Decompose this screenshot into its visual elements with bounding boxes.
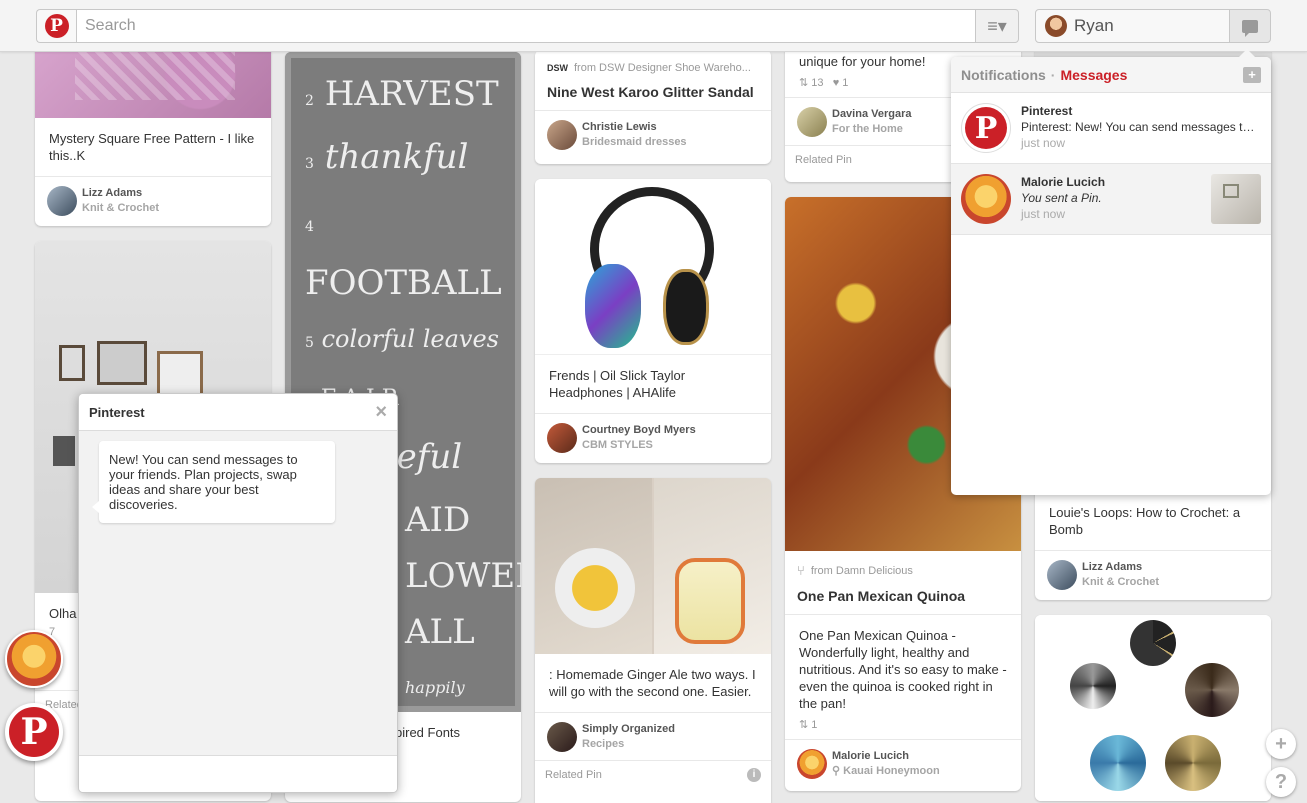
repin-icon: ⇅ [799,719,809,731]
user-avatar [1047,559,1077,590]
user-avatar [547,119,577,150]
user-avatar [797,748,827,779]
pinner-name[interactable]: Malorie Lucich [832,749,940,764]
tab-notifications[interactable]: Notifications [961,67,1046,83]
pin-attribution[interactable]: Lizz Adams Knit & Crochet [1035,550,1271,598]
conversation-time: just now [1021,136,1066,150]
pin-attribution[interactable]: Courtney Boyd Myers CBM STYLES [535,413,771,461]
pinner-name[interactable]: Simply Organized [582,722,675,737]
pin-description: : Homemade Ginger Ale two ways. I will g… [549,667,756,699]
conversation-time: just now [1021,207,1066,221]
pin-description: Louie's Loops: How to Crochet: a Bomb [1049,505,1241,537]
pin-image[interactable] [1035,615,1271,801]
pinner-name[interactable]: Lizz Adams [82,186,159,201]
pinterest-logo-button[interactable]: P [36,9,76,43]
top-header: P ≡▾ Ryan [0,0,1307,52]
pinterest-logo-icon: P [44,14,69,38]
repin-icon: ⇅ [799,77,809,89]
chat-head-pinterest[interactable]: P [5,703,63,761]
notifications-panel: Notifications · Messages + P Pinterest Pin… [951,49,1271,495]
user-name: Ryan [1074,16,1114,35]
pin-thumbnail[interactable] [1211,174,1261,224]
pin-description: Mystery Square Free Pattern - I like thi… [49,131,255,163]
board-name[interactable]: CBM STYLES [582,438,696,453]
pin-attribution[interactable]: Lizz Adams Knit & Crochet [35,176,271,224]
dialog-title: Pinterest [89,405,145,420]
user-profile-button[interactable]: Ryan [1035,9,1230,43]
dsw-logo: DSW [547,63,568,73]
pin-card[interactable]: Frends | Oil Slick Taylor Headphones | A… [535,179,771,463]
message-bubble: New! You can send messages to your frien… [92,441,335,523]
conversation-preview: You sent a Pin. [1021,191,1102,205]
dialog-header: Pinterest × [79,394,397,431]
notifications-panel-header: Notifications · Messages + [951,57,1271,93]
conversation-item[interactable]: Malorie Lucich You sent a Pin. just now [951,164,1271,235]
pin-attribution[interactable]: Malorie Lucich ⚲ Kauai Honeymoon [785,739,1021,787]
help-button[interactable]: ? [1266,767,1296,797]
user-avatar [1045,15,1067,37]
related-pin-label: Related Pin i [535,760,771,789]
message-input-area[interactable] [79,755,397,792]
fork-icon: ⑂ [797,563,805,578]
add-pin-button[interactable]: + [1266,729,1296,759]
conversation-preview: Pinterest: New! You can send messages to… [1021,120,1261,134]
pin-card[interactable] [1035,615,1271,801]
pin-attribution[interactable]: Simply Organized Recipes [535,712,771,760]
tab-messages[interactable]: Messages [1060,67,1127,83]
compose-message-icon[interactable]: + [1243,67,1261,83]
board-name[interactable]: Knit & Crochet [1082,575,1159,590]
pin-card[interactable]: : Homemade Ginger Ale two ways. I will g… [535,478,771,803]
notifications-button[interactable] [1229,9,1271,43]
info-icon[interactable]: i [747,768,761,782]
user-avatar [547,721,577,752]
pin-title[interactable]: One Pan Mexican Quinoa [785,578,1021,614]
conversation-sender: Malorie Lucich [1021,175,1106,189]
pin-description: One Pan Mexican Quinoa - Wonderfully lig… [785,614,1021,718]
pinner-name[interactable]: Courtney Boyd Myers [582,423,696,438]
pin-attribution[interactable]: Christie Lewis Bridesmaid dresses [535,110,771,158]
message-dialog: Pinterest × New! You can send messages t… [78,393,398,793]
pin-source[interactable]: DSW from DSW Designer Shoe Wareho... [535,50,771,74]
pin-source[interactable]: ⑂ from Damn Delicious [785,551,1021,578]
chat-head-malorie[interactable] [5,630,63,688]
conversation-item[interactable]: P Pinterest Pinterest: New! You can send… [951,93,1271,164]
pinner-name[interactable]: Lizz Adams [1082,560,1159,575]
pin-description: Frends | Oil Slick Taylor Headphones | A… [549,368,686,400]
pinner-name[interactable]: Christie Lewis [582,120,687,135]
user-avatar [961,174,1011,224]
board-name[interactable]: Recipes [582,737,675,752]
board-name[interactable]: For the Home [832,122,912,137]
pin-image[interactable] [535,478,771,654]
user-avatar [797,106,827,137]
pin-card[interactable]: Mystery Square Free Pattern - I like thi… [35,30,271,226]
pin-image[interactable] [535,179,771,355]
pin-card[interactable]: DSW from DSW Designer Shoe Wareho... Nin… [535,50,771,164]
board-name[interactable]: Knit & Crochet [82,201,159,216]
close-icon[interactable]: × [375,401,387,424]
user-avatar [47,185,77,216]
board-name[interactable]: Bridesmaid dresses [582,135,687,150]
pin-stats: ⇅ 1 [799,719,818,731]
pinterest-avatar: P [961,103,1011,153]
categories-menu-button[interactable]: ≡▾ [975,9,1019,43]
user-avatar [547,422,577,453]
chat-bubble-icon [1242,19,1258,37]
search-input[interactable] [76,9,976,43]
heart-icon: ♥ [832,77,840,89]
location-pin-icon: ⚲ [832,764,841,777]
board-name[interactable]: ⚲ Kauai Honeymoon [832,764,940,779]
conversation-sender: Pinterest [1021,104,1073,118]
pin-title[interactable]: Nine West Karoo Glitter Sandal [535,74,771,110]
pinner-name[interactable]: Davina Vergara [832,107,912,122]
